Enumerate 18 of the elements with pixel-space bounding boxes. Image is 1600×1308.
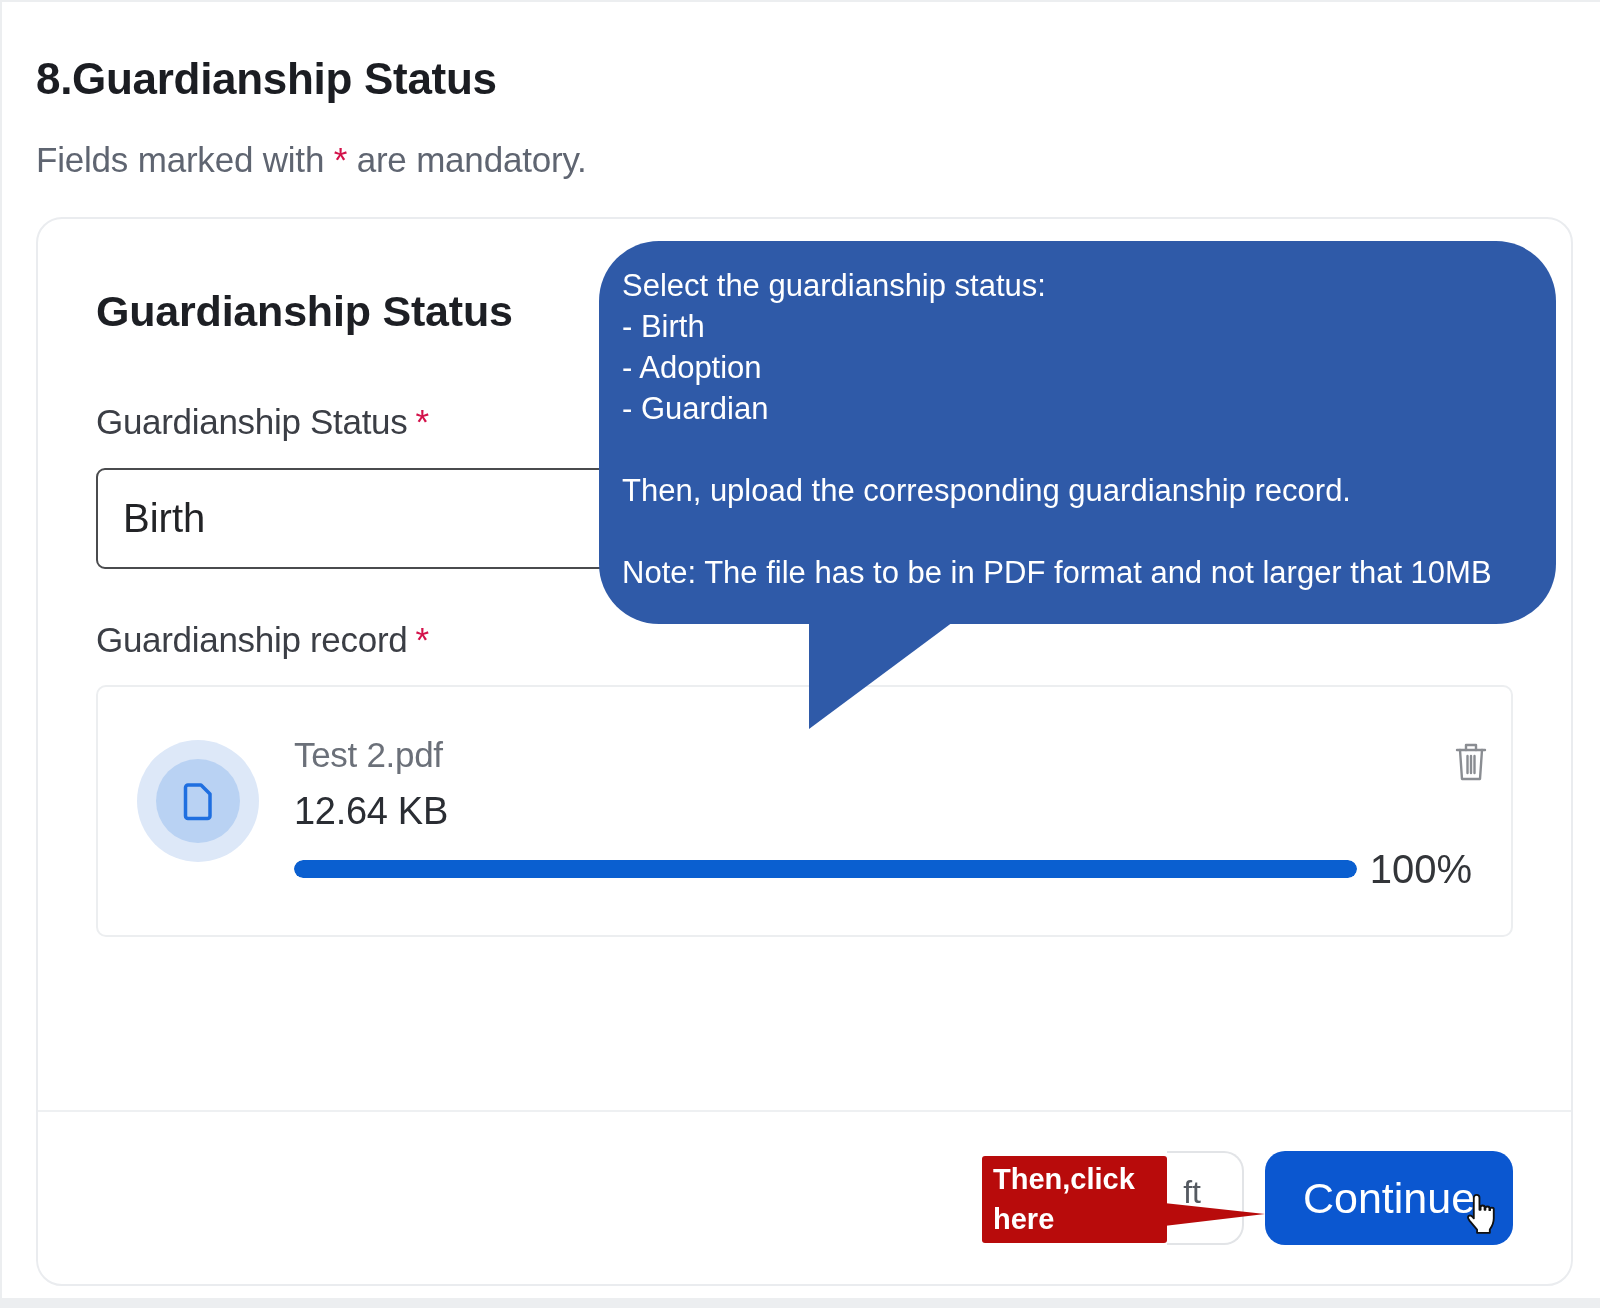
tooltip-heading: Select the guardianship status: [622,267,1046,305]
tooltip-option: - Guardian [622,388,769,429]
tooltip-note: Note: The file has to be in PDF format and not larger that 10MB [622,554,1492,592]
tooltip-instruction: Then, upload the corresponding guardianship record. [622,472,1351,510]
mandatory-note: Fields marked with * are mandatory. [36,140,587,180]
trash-icon[interactable] [1455,742,1487,782]
card-title: Guardianship Status [96,286,513,336]
tooltip-option: - Adoption [622,347,762,388]
tooltip-option: - Birth [622,306,705,347]
field-label: Guardianship Status * [96,402,429,442]
progress-percent: 100% [1369,848,1472,890]
document-icon [137,740,259,862]
file-name: Test 2.pdf [294,736,444,774]
section-heading: 8.Guardianship Status [36,54,497,104]
continue-button[interactable]: Continue [1265,1151,1513,1245]
hint-tooltip: Then,click here [982,1156,1167,1243]
file-size: 12.64 KB [294,790,448,832]
field-label: Guardianship record * [96,620,429,660]
